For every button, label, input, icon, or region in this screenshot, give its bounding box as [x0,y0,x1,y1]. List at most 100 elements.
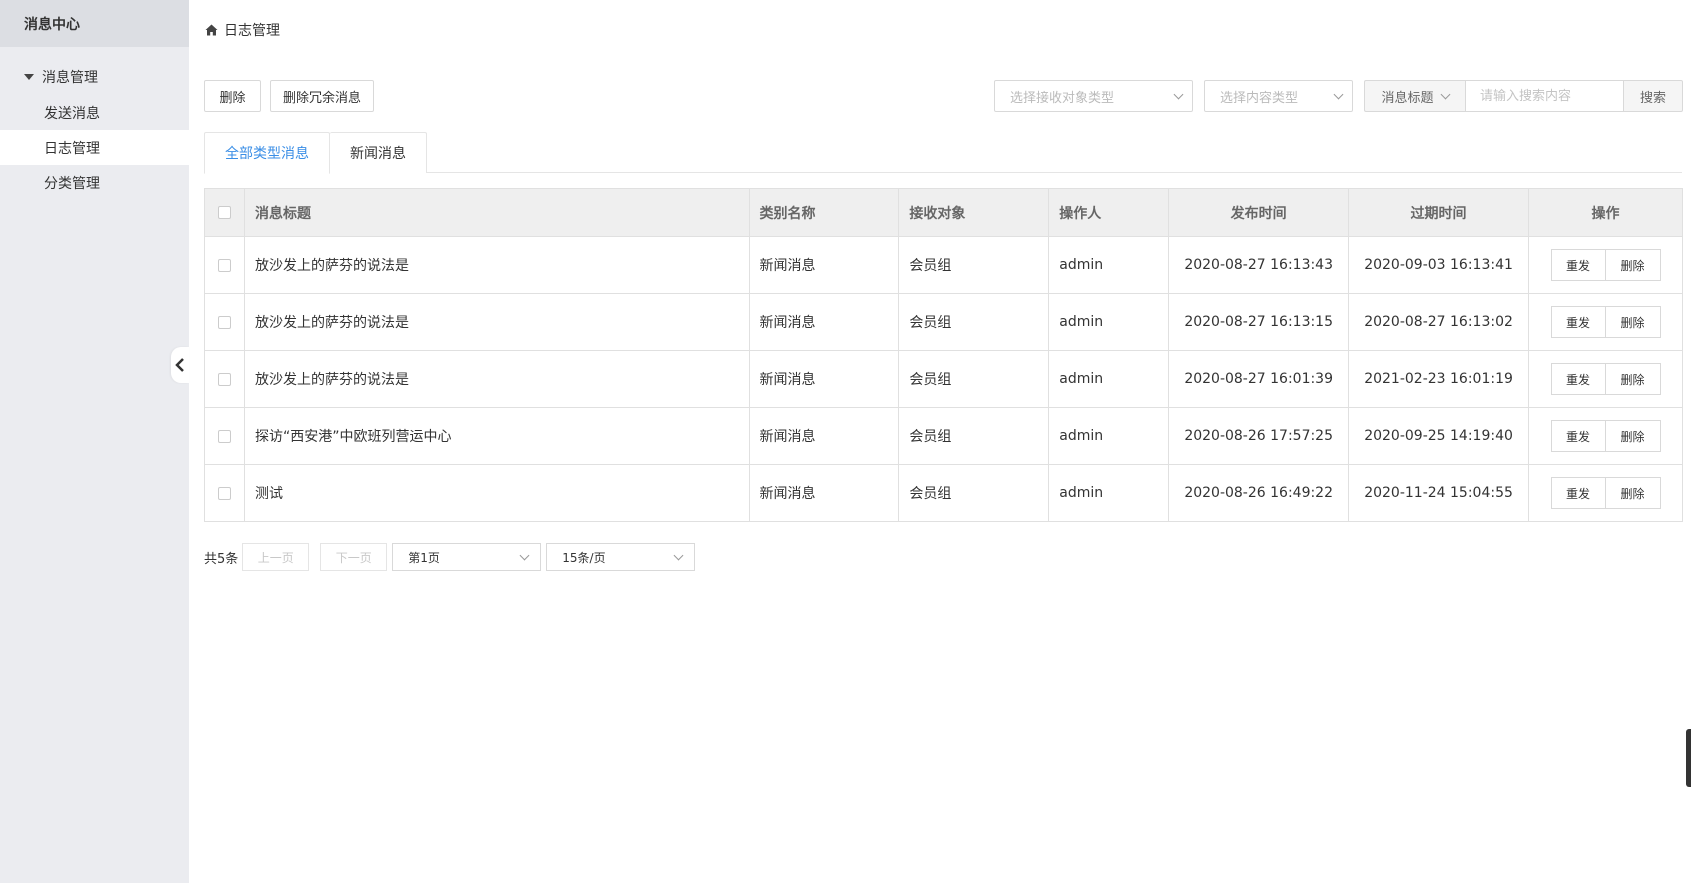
table-row: 探访“西安港”中欧班列营运中心 新闻消息 会员组 admin 2020-08-2… [204,407,1683,465]
content-type-select[interactable]: 选择内容类型 [1204,80,1353,112]
cell-operator: admin [1048,464,1170,522]
row-select-cell [204,236,245,294]
content-type-placeholder: 选择内容类型 [1220,90,1299,106]
pagination: 共5条 上一页 下一页 第1页 15条/页 [204,543,696,571]
cell-expire-time: 2021-02-23 16:01:19 [1348,350,1529,408]
cell-category: 新闻消息 [748,407,900,465]
select-all-checkbox[interactable] [217,206,231,219]
page-size-select[interactable]: 15条/页 [546,543,696,571]
page-size-value: 15条/页 [562,550,606,565]
cell-title: 放沙发上的萨芬的说法是 [243,293,750,351]
sidebar-group-message-management[interactable]: 消息管理 [0,59,189,95]
row-delete-button[interactable]: 删除 [1605,477,1661,509]
cell-receiver: 会员组 [898,293,1050,351]
header-receiver: 接收对象 [898,188,1050,237]
sidebar-item-category-management[interactable]: 分类管理 [0,165,189,200]
cell-category: 新闻消息 [748,464,900,522]
cell-publish-time: 2020-08-26 16:49:22 [1168,464,1350,522]
cell-operator: admin [1048,407,1170,465]
resend-button[interactable]: 重发 [1550,477,1606,509]
cell-expire-time: 2020-08-27 16:13:02 [1348,293,1529,351]
search-button[interactable]: 搜索 [1624,80,1683,112]
row-delete-button[interactable]: 删除 [1605,249,1661,281]
chevron-left-icon [175,358,184,372]
row-delete-button[interactable]: 删除 [1605,420,1661,452]
cell-title: 放沙发上的萨芬的说法是 [243,236,750,294]
cell-operator: admin [1048,293,1170,351]
cell-category: 新闻消息 [748,350,900,408]
cell-receiver: 会员组 [898,236,1050,294]
cell-title: 测试 [243,464,750,522]
delete-button[interactable]: 删除 [204,80,261,112]
next-page-button[interactable]: 下一页 [320,543,388,571]
search-field-label: 消息标题 [1381,90,1434,106]
chevron-down-icon [1440,89,1450,99]
header-expire-time: 过期时间 [1348,188,1529,237]
chevron-down-icon [673,550,684,560]
sidebar-title: 消息中心 [0,0,189,47]
tab-all-types[interactable]: 全部类型消息 [204,132,330,174]
row-delete-button[interactable]: 删除 [1605,306,1661,338]
header-title: 消息标题 [243,188,750,237]
cell-receiver: 会员组 [898,464,1050,522]
row-select-cell [204,350,245,408]
cell-expire-time: 2020-09-03 16:13:41 [1348,236,1529,294]
table-header-row: 消息标题 类别名称 接收对象 操作人 发布时间 过期时间 操作 [204,188,1683,237]
row-checkbox[interactable] [217,258,231,272]
sidebar: 消息中心 消息管理 发送消息 日志管理 分类管理 [0,0,189,883]
cell-actions: 重发 删除 [1528,350,1683,408]
row-select-cell [204,293,245,351]
total-count: 共5条 [204,551,239,567]
search-group: 消息标题 搜索 [1364,80,1683,112]
row-checkbox[interactable] [217,486,231,500]
resend-button[interactable]: 重发 [1550,420,1606,452]
sidebar-group-label: 消息管理 [42,70,98,86]
tab-news[interactable]: 新闻消息 [330,132,427,173]
row-checkbox[interactable] [217,429,231,443]
cell-operator: admin [1048,236,1170,294]
breadcrumb: 日志管理 [205,20,280,40]
row-delete-button[interactable]: 删除 [1605,363,1661,395]
row-select-cell [204,407,245,465]
home-icon[interactable] [205,24,218,36]
cell-category: 新闻消息 [748,236,900,294]
header-operator: 操作人 [1048,188,1170,237]
resend-button[interactable]: 重发 [1550,363,1606,395]
search-input[interactable] [1465,80,1624,112]
cell-expire-time: 2020-09-25 14:19:40 [1348,407,1529,465]
sidebar-collapse-button[interactable] [171,347,189,383]
row-checkbox[interactable] [217,315,231,329]
cell-title: 放沙发上的萨芬的说法是 [243,350,750,408]
cell-expire-time: 2020-11-24 15:04:55 [1348,464,1529,522]
caret-down-icon [24,74,34,80]
table-row: 测试 新闻消息 会员组 admin 2020-08-26 16:49:22 20… [204,464,1683,522]
cell-actions: 重发 删除 [1528,407,1683,465]
page-select[interactable]: 第1页 [392,543,542,571]
receiver-type-select[interactable]: 选择接收对象类型 [994,80,1193,112]
search-field-select[interactable]: 消息标题 [1364,80,1465,112]
resend-button[interactable]: 重发 [1550,249,1606,281]
prev-page-button[interactable]: 上一页 [242,543,310,571]
chevron-down-icon [1333,89,1344,99]
header-category: 类别名称 [748,188,900,237]
cell-publish-time: 2020-08-27 16:01:39 [1168,350,1350,408]
cell-receiver: 会员组 [898,407,1050,465]
cell-publish-time: 2020-08-27 16:13:43 [1168,236,1350,294]
row-checkbox[interactable] [217,372,231,386]
header-publish-time: 发布时间 [1168,188,1350,237]
table-row: 放沙发上的萨芬的说法是 新闻消息 会员组 admin 2020-08-27 16… [204,350,1683,408]
tab-bar: 全部类型消息 新闻消息 [204,132,1682,174]
page-select-value: 第1页 [408,550,440,565]
sidebar-item-send-message[interactable]: 发送消息 [0,95,189,130]
sidebar-item-log-management[interactable]: 日志管理 [0,130,189,165]
resend-button[interactable]: 重发 [1550,306,1606,338]
chevron-down-icon [1173,89,1184,99]
cell-receiver: 会员组 [898,350,1050,408]
cell-publish-time: 2020-08-27 16:13:15 [1168,293,1350,351]
cell-category: 新闻消息 [748,293,900,351]
scroll-handle[interactable] [1686,729,1691,787]
table-row: 放沙发上的萨芬的说法是 新闻消息 会员组 admin 2020-08-27 16… [204,293,1683,351]
cell-actions: 重发 删除 [1528,464,1683,522]
cell-publish-time: 2020-08-26 17:57:25 [1168,407,1350,465]
delete-redundant-button[interactable]: 删除冗余消息 [270,80,374,112]
